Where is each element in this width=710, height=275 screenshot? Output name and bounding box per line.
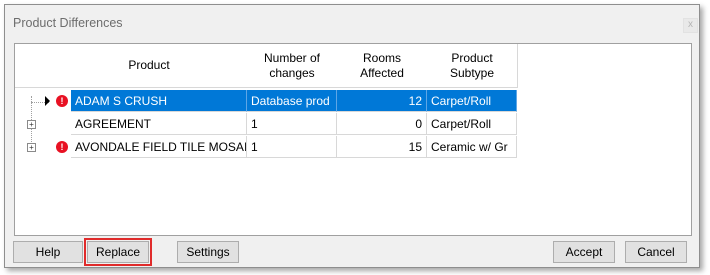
header-rooms-label: Rooms Affected bbox=[360, 50, 404, 80]
product-grid-panel: Product Number of changes Rooms Affected… bbox=[14, 43, 692, 236]
cell-rooms[interactable]: 12 bbox=[337, 90, 427, 112]
warning-icon: ! bbox=[56, 95, 68, 107]
cell-subtype[interactable]: Ceramic w/ Gr bbox=[427, 136, 517, 158]
cell-changes[interactable]: 1 bbox=[247, 113, 337, 135]
table-row[interactable]: + AGREEMENT 1 0 Carpet/Roll bbox=[15, 113, 525, 136]
cell-product[interactable]: AVONDALE FIELD TILE MOSAIC bbox=[71, 136, 247, 158]
header-number-of-changes[interactable]: Number of changes bbox=[247, 44, 338, 88]
cell-subtype[interactable]: Carpet/Roll bbox=[427, 90, 517, 112]
dialog-title: Product Differences bbox=[13, 16, 123, 30]
expand-icon[interactable]: + bbox=[27, 143, 36, 152]
cancel-button[interactable]: Cancel bbox=[625, 241, 687, 263]
header-subtype-label: Product Subtype bbox=[449, 50, 495, 80]
cell-subtype[interactable]: Carpet/Roll bbox=[427, 113, 517, 135]
header-indicator bbox=[15, 44, 52, 88]
cell-product[interactable]: ADAM S CRUSH bbox=[71, 90, 247, 112]
header-product-subtype[interactable]: Product Subtype bbox=[427, 44, 518, 88]
help-button[interactable]: Help bbox=[13, 241, 83, 263]
settings-button[interactable]: Settings bbox=[177, 241, 239, 263]
cell-changes[interactable]: 1 bbox=[247, 136, 337, 158]
table-row[interactable]: ! ADAM S CRUSH Database prod 12 Carpet/R… bbox=[15, 90, 525, 113]
current-row-arrow-icon bbox=[45, 96, 50, 106]
accept-button[interactable]: Accept bbox=[553, 241, 615, 263]
replace-button[interactable]: Replace bbox=[84, 238, 152, 266]
warning-icon: ! bbox=[56, 141, 68, 153]
table-row[interactable]: + ! AVONDALE FIELD TILE MOSAIC 1 15 Cera… bbox=[15, 136, 525, 159]
cell-product[interactable]: AGREEMENT bbox=[71, 113, 247, 135]
cell-rooms[interactable]: 15 bbox=[337, 136, 427, 158]
header-product-label: Product bbox=[128, 58, 170, 72]
close-button[interactable]: x bbox=[683, 18, 698, 33]
cell-changes[interactable]: Database prod bbox=[247, 90, 337, 112]
header-rooms-affected[interactable]: Rooms Affected bbox=[337, 44, 428, 88]
header-changes-label: Number of changes bbox=[263, 50, 321, 80]
title-bar: Product Differences x bbox=[5, 5, 699, 39]
expand-icon[interactable]: + bbox=[27, 120, 36, 129]
product-differences-dialog: Product Differences x Product Number of … bbox=[4, 4, 700, 268]
header-product[interactable]: Product bbox=[51, 44, 248, 88]
cell-rooms[interactable]: 0 bbox=[337, 113, 427, 135]
